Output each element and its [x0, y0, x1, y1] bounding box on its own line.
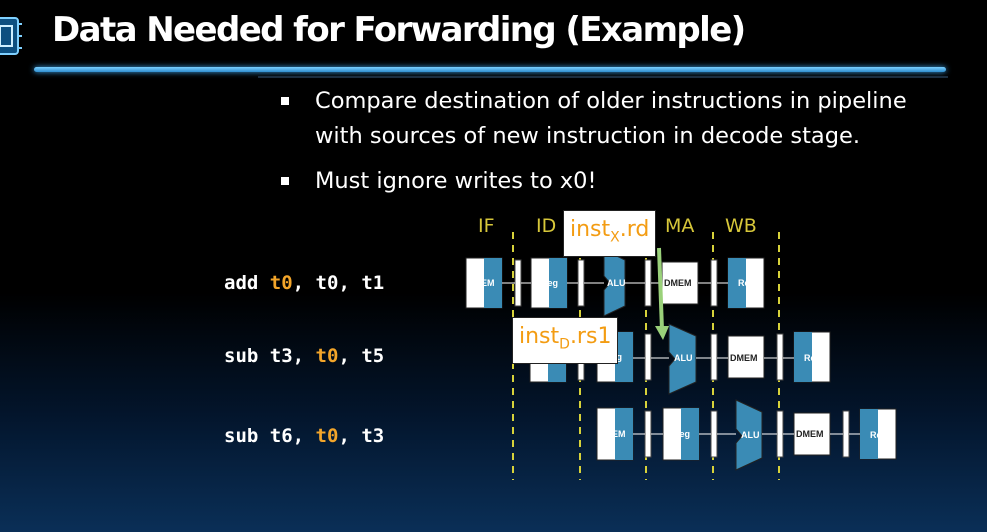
- pipeline-row-1: IMEM Reg ALU DMEM Reg: [465, 249, 765, 317]
- alu-unit-label: ALU: [741, 430, 760, 440]
- alu-unit-label: ALU: [674, 353, 693, 363]
- dmem-unit-label: DMEM: [664, 278, 692, 288]
- reg-unit-label: Reg: [738, 278, 755, 288]
- pipeline-row-3: IMEM Reg ALU DMEM Reg: [596, 399, 897, 471]
- dmem-unit-label: DMEM: [730, 353, 758, 363]
- imem-unit-label: IMEM: [471, 278, 495, 288]
- imem-unit-label: IMEM: [602, 429, 626, 439]
- reg-unit-label: Reg: [673, 429, 690, 439]
- pipeline-diagram: IMEM Reg ALU DMEM Reg Reg: [465, 232, 897, 480]
- reg-unit-label: Reg: [541, 278, 558, 288]
- alu-unit-label: ALU: [607, 278, 626, 288]
- reg-unit-label: Reg: [870, 430, 887, 440]
- callout-inst-d-rs1: instD.rs1: [512, 317, 619, 365]
- dmem-unit-label: DMEM: [796, 429, 824, 439]
- callout-inst-x-rd: instX.rd: [563, 210, 657, 258]
- reg-unit-label: Reg: [804, 353, 821, 363]
